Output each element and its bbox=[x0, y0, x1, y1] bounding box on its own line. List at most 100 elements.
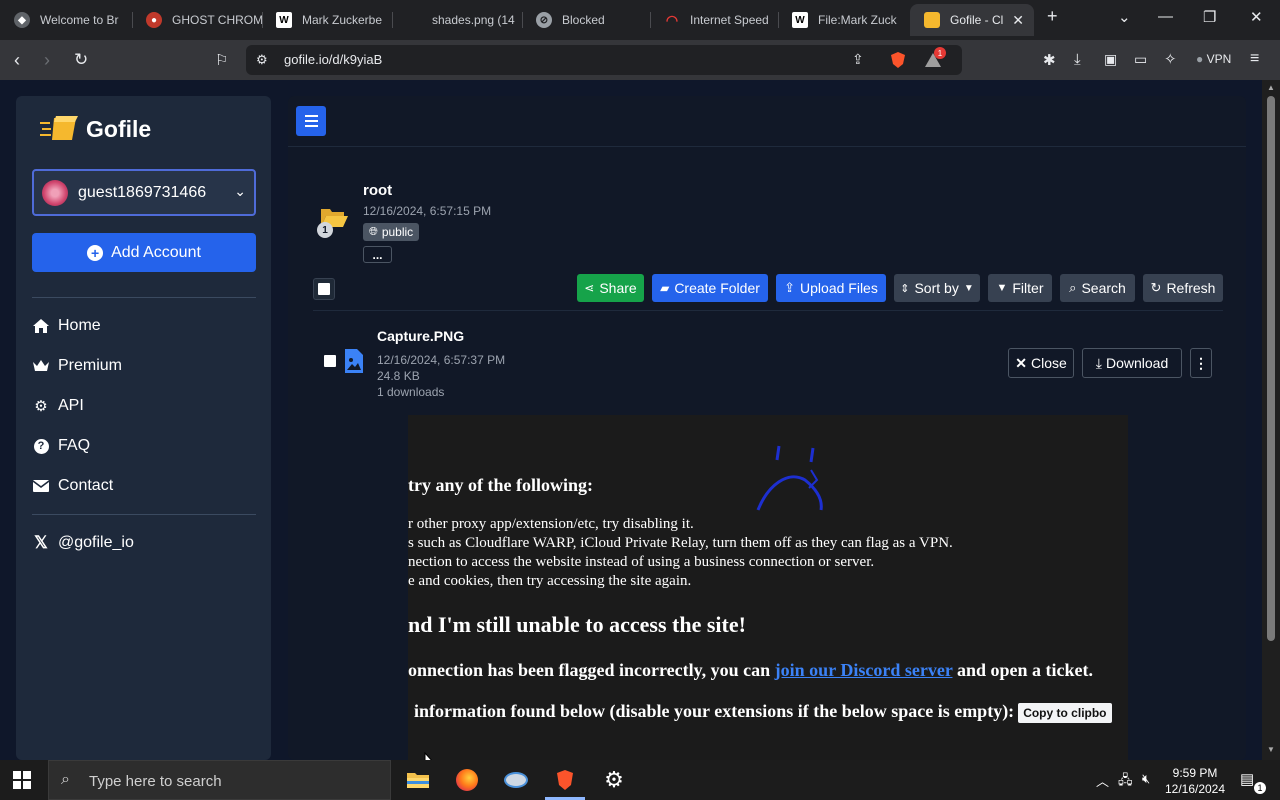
account-select[interactable]: guest1869731466 ⌄ bbox=[32, 169, 256, 216]
gofile-logo-icon bbox=[40, 116, 78, 140]
url-text[interactable]: gofile.io/d/k9yiaB bbox=[284, 52, 382, 67]
sidebar-item-label: @gofile_io bbox=[58, 534, 134, 551]
tab-bar: ◆ Welcome to Br ● GHOST CHROM W Mark Zuc… bbox=[0, 0, 1280, 40]
copy-to-clipboard-button: Copy to clipbo bbox=[1018, 702, 1112, 723]
download-button[interactable]: ⤓ Download bbox=[1082, 348, 1182, 378]
downloads-icon[interactable]: ⤓ bbox=[1074, 51, 1081, 68]
download-icon: ⤓ bbox=[1095, 354, 1102, 371]
minimize-icon[interactable]: — bbox=[1158, 8, 1173, 25]
tab-gofile[interactable]: Gofile - Cl ✕ bbox=[910, 4, 1034, 36]
filter-icon: ▼ bbox=[996, 282, 1008, 294]
refresh-button[interactable]: ↻ Refresh bbox=[1143, 274, 1223, 302]
plus-circle-icon: + bbox=[87, 244, 104, 261]
close-icon: ✕ bbox=[1015, 354, 1027, 371]
preview-line: r other proxy app/extension/etc, try dis… bbox=[408, 516, 694, 532]
filter-button[interactable]: ▼ Filter bbox=[988, 274, 1052, 302]
address-bar[interactable]: ⚙ gofile.io/d/k9yiaB ⇪ 1 bbox=[246, 45, 962, 75]
file-name[interactable]: Capture.PNG bbox=[377, 328, 464, 344]
rewards-badge: 1 bbox=[934, 47, 946, 59]
taskbar-search[interactable]: ⌕ Type here to search bbox=[48, 760, 391, 800]
page-scrollbar[interactable]: ▲ ▼ bbox=[1262, 80, 1280, 760]
show-hidden-icons-chevron-icon[interactable]: ︿ bbox=[1096, 771, 1109, 790]
file-explorer-icon[interactable] bbox=[394, 760, 442, 800]
clock-date: 12/16/2024 bbox=[1164, 782, 1226, 796]
forward-icon[interactable]: › bbox=[44, 50, 50, 71]
speedtest-icon: ◠ bbox=[665, 11, 679, 28]
file-more-button[interactable]: ⋮ bbox=[1190, 348, 1212, 378]
hamburger-menu-button[interactable] bbox=[296, 106, 326, 136]
app-icon[interactable] bbox=[492, 760, 540, 800]
volume-icon[interactable]: 🔇︎ bbox=[1142, 771, 1150, 787]
wikipedia-icon: W bbox=[276, 12, 292, 28]
tab-blocked[interactable]: ⊘ Blocked bbox=[522, 4, 650, 36]
home-icon bbox=[32, 318, 50, 334]
scroll-up-icon[interactable]: ▲ bbox=[1267, 83, 1275, 92]
new-tab-icon[interactable]: + bbox=[1047, 6, 1058, 27]
close-tab-icon[interactable]: ✕ bbox=[1012, 12, 1024, 29]
preview-line: nection to access the website instead of… bbox=[408, 554, 875, 570]
tab-ghost[interactable]: ● GHOST CHROM bbox=[132, 4, 262, 36]
sidebar-item-faq[interactable]: ? FAQ bbox=[32, 433, 90, 459]
site-info-icon[interactable]: ⚙ bbox=[256, 52, 268, 68]
share-page-icon[interactable]: ⇪ bbox=[852, 51, 864, 68]
menu-icon[interactable]: ≡ bbox=[1250, 50, 1259, 68]
scroll-thumb[interactable] bbox=[1267, 96, 1275, 641]
preview-line: e and cookies, then try accessing the si… bbox=[408, 573, 692, 589]
close-preview-button[interactable]: ✕ Close bbox=[1008, 348, 1074, 378]
share-button[interactable]: ⋖ Share bbox=[577, 274, 644, 302]
notifications-icon[interactable]: ▤ bbox=[1240, 770, 1254, 788]
add-account-button[interactable]: + Add Account bbox=[32, 233, 256, 272]
sidebar-toggle-icon[interactable]: ▣ bbox=[1104, 51, 1117, 68]
brave-taskbar-icon[interactable] bbox=[541, 760, 589, 800]
back-icon[interactable]: ‹ bbox=[14, 50, 20, 71]
tab-mark-zuckerberg[interactable]: W Mark Zuckerbe bbox=[262, 4, 392, 36]
network-icon[interactable]: 🖧︎ bbox=[1118, 771, 1133, 793]
tab-label: shades.png (14 bbox=[432, 13, 515, 27]
download-label: Download bbox=[1105, 355, 1169, 371]
share-label: Share bbox=[599, 280, 637, 296]
upload-files-button[interactable]: ⇪ Upload Files bbox=[776, 274, 886, 302]
divider bbox=[288, 146, 1246, 147]
discord-link: join our Discord server bbox=[774, 660, 953, 680]
tab-welcome[interactable]: ◆ Welcome to Br bbox=[0, 4, 132, 36]
bookmark-icon[interactable]: ⚐ bbox=[215, 51, 228, 69]
tab-search-chevron-icon[interactable]: ⌄ bbox=[1118, 8, 1131, 26]
extensions-icon[interactable]: ✱ bbox=[1043, 51, 1056, 69]
create-folder-button[interactable]: ▰ Create Folder bbox=[652, 274, 768, 302]
brave-shields-icon[interactable] bbox=[889, 51, 907, 69]
file-checkbox[interactable] bbox=[324, 355, 336, 367]
sidebar-item-twitter[interactable]: 𝕏 @gofile_io bbox=[32, 530, 134, 556]
close-label: Close bbox=[1030, 355, 1067, 371]
restore-icon[interactable]: ❐ bbox=[1203, 8, 1216, 26]
tab-file-mark[interactable]: W File:Mark Zuck bbox=[778, 4, 908, 36]
scroll-down-icon[interactable]: ▼ bbox=[1267, 745, 1275, 754]
folder-more-button[interactable]: ... bbox=[363, 246, 392, 263]
refresh-icon: ↻ bbox=[1150, 280, 1162, 295]
search-button[interactable]: ⌕ Search bbox=[1060, 274, 1135, 302]
tab-internet-speed[interactable]: ◠ Internet Speed bbox=[650, 4, 778, 36]
account-name: guest1869731466 bbox=[78, 184, 207, 201]
file-size: 24.8 KB bbox=[377, 369, 420, 383]
tab-label: File:Mark Zuck bbox=[818, 13, 897, 27]
vpn-button[interactable]: ● VPN bbox=[1196, 52, 1231, 66]
sidebar-item-home[interactable]: Home bbox=[32, 313, 101, 339]
leo-ai-icon[interactable]: ✧ bbox=[1164, 50, 1177, 68]
sort-by-button[interactable]: ⇕ Sort by ▼ bbox=[894, 274, 980, 302]
sidebar-item-api[interactable]: ⚙ API bbox=[32, 393, 84, 419]
select-all-checkbox[interactable] bbox=[313, 278, 335, 300]
firefox-icon[interactable] bbox=[443, 760, 491, 800]
preview-line: s such as Cloudflare WARP, iCloud Privat… bbox=[408, 535, 953, 551]
sidebar-item-contact[interactable]: Contact bbox=[32, 473, 113, 499]
create-folder-label: Create Folder bbox=[674, 280, 760, 296]
reload-icon[interactable]: ↻ bbox=[74, 50, 88, 70]
tab-shades[interactable]: shades.png (14 bbox=[392, 4, 522, 36]
tab-label: Blocked bbox=[562, 13, 605, 27]
windows-start-icon[interactable] bbox=[13, 771, 31, 789]
close-window-icon[interactable]: ✕ bbox=[1250, 8, 1263, 26]
logo-text[interactable]: Gofile bbox=[86, 116, 151, 143]
sort-icon: ⇕ bbox=[900, 282, 910, 295]
wallet-icon[interactable]: ▭ bbox=[1134, 51, 1147, 68]
clock[interactable]: 9:59 PM 12/16/2024 bbox=[1160, 765, 1230, 797]
settings-icon[interactable]: ⚙ bbox=[590, 760, 638, 800]
sidebar-item-premium[interactable]: Premium bbox=[32, 353, 122, 379]
